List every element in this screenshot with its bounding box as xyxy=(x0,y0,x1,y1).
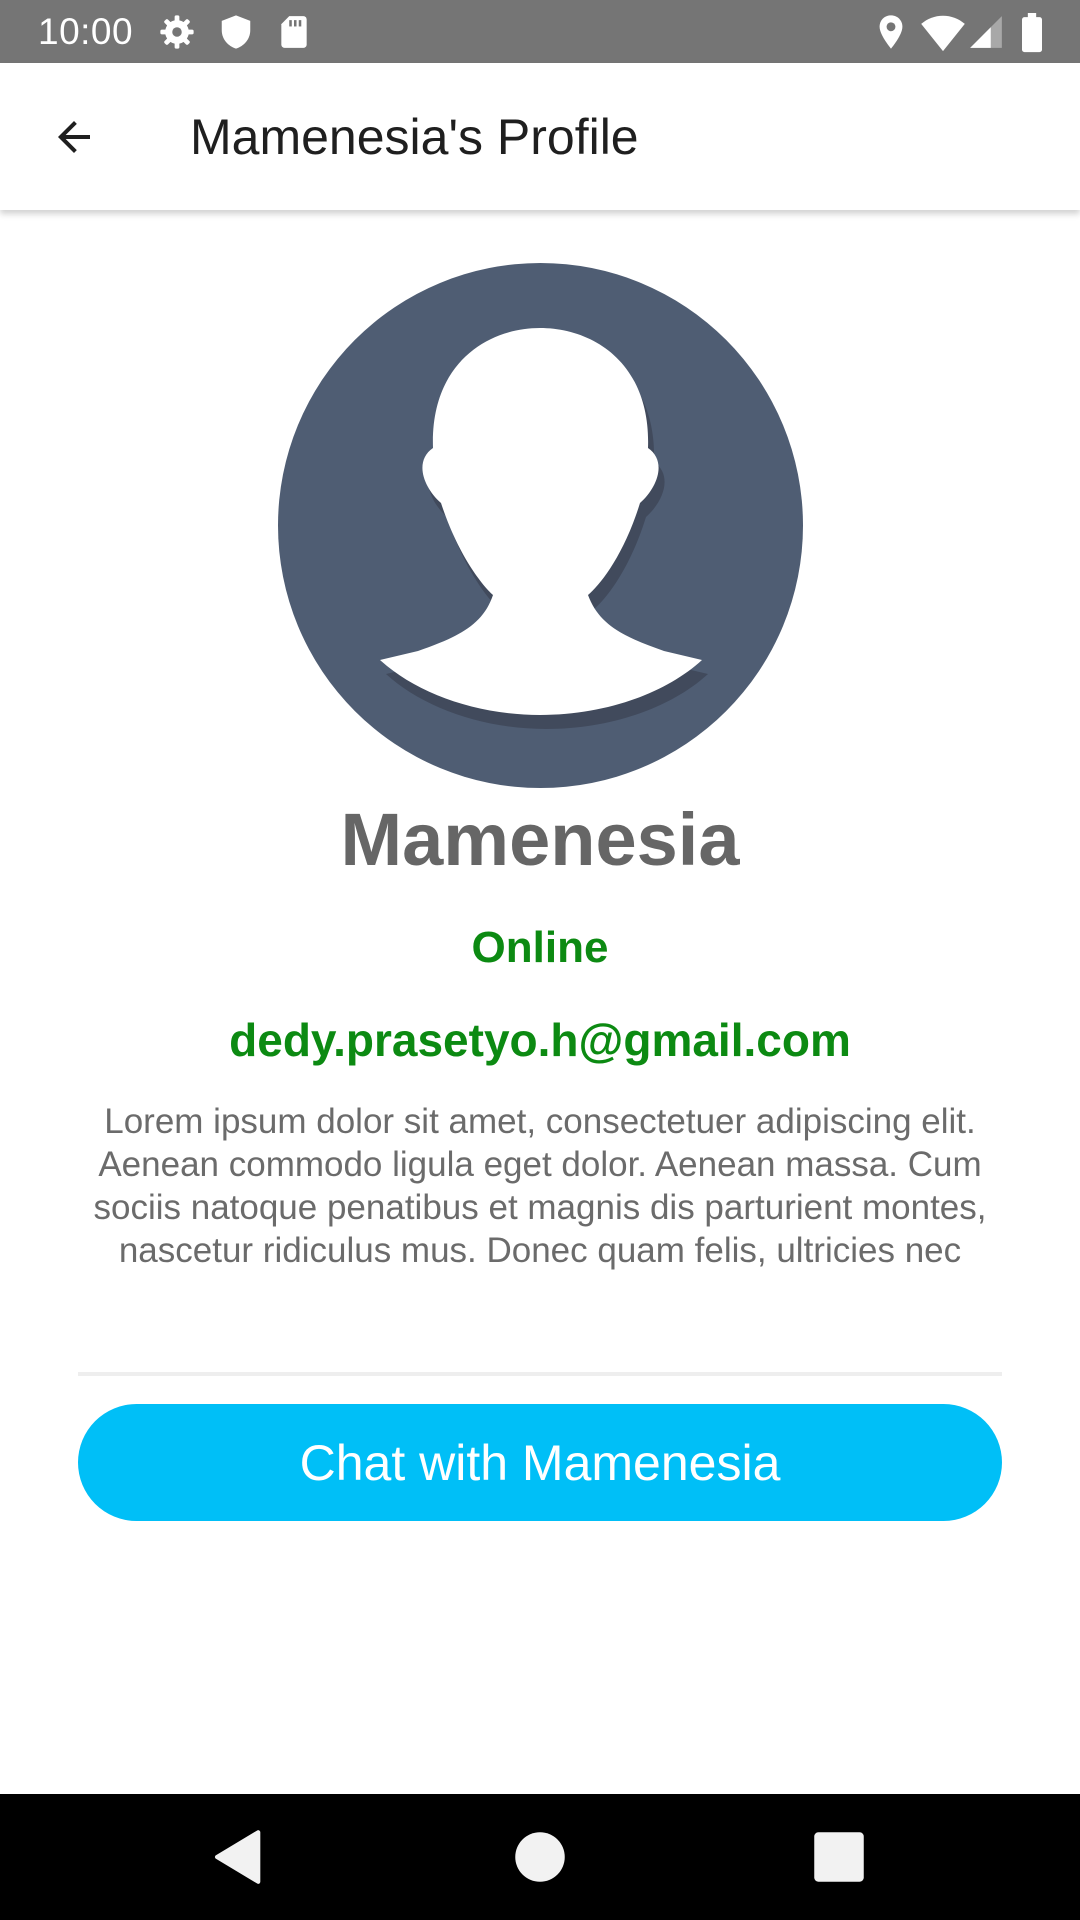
sd-card-icon xyxy=(281,16,307,48)
shield-icon xyxy=(221,15,251,49)
app-bar: Mamenesia's Profile xyxy=(0,63,1080,210)
profile-screen: 10:00 Mamenesia's Profile Mamenesia Onli… xyxy=(0,0,1080,1920)
nav-recents-icon[interactable] xyxy=(806,1824,872,1890)
signal-icon xyxy=(970,16,1002,48)
avatar xyxy=(278,263,803,788)
chat-button[interactable]: Chat with Mamenesia xyxy=(78,1404,1002,1521)
email-label: dedy.prasetyo.h@gmail.com xyxy=(229,1014,851,1066)
page-title: Mamenesia's Profile xyxy=(190,109,639,165)
status-label: Online xyxy=(471,923,609,972)
status-bar: 10:00 xyxy=(0,0,1080,63)
nav-home-icon[interactable] xyxy=(507,1824,573,1890)
back-button[interactable] xyxy=(30,103,118,171)
person-silhouette-icon xyxy=(278,263,803,788)
location-icon xyxy=(879,15,903,49)
divider xyxy=(78,1372,1002,1376)
profile-name: Mamenesia xyxy=(340,798,740,881)
wifi-icon xyxy=(921,15,965,52)
bio-text: Lorem ipsum dolor sit amet, consectetuer… xyxy=(93,1102,987,1270)
battery-icon xyxy=(1022,13,1042,53)
status-time: 10:00 xyxy=(38,11,134,52)
nav-back-icon[interactable] xyxy=(206,1824,272,1890)
settings-icon xyxy=(160,15,194,49)
arrow-back-icon xyxy=(58,121,90,153)
navigation-bar xyxy=(0,1794,1080,1920)
